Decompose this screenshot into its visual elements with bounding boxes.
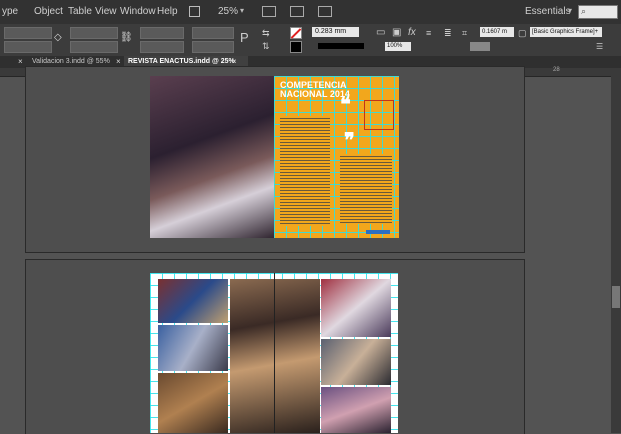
- fit-frame-icon[interactable]: ⌗: [462, 28, 467, 39]
- reference-point-icon[interactable]: ◇: [54, 32, 62, 43]
- spread1-right-page[interactable]: COMPETENCIA NACIONAL 2014 ❝ ❞: [274, 76, 399, 238]
- x-position-field[interactable]: [4, 27, 52, 39]
- y-position-field[interactable]: [4, 41, 52, 53]
- zoom-level[interactable]: 25%: [218, 6, 238, 17]
- workspace-switcher[interactable]: Essentials: [525, 6, 571, 17]
- search-input[interactable]: ⌕: [578, 5, 618, 19]
- photo-group-1: [158, 279, 228, 323]
- menu-help[interactable]: Help: [157, 6, 178, 17]
- corner-shape-field[interactable]: [470, 42, 490, 51]
- body-text-column-2: [340, 154, 392, 224]
- bridge-icon[interactable]: [189, 6, 200, 17]
- photo-stage: [321, 279, 391, 337]
- scrollbar-thumb[interactable]: [612, 286, 620, 308]
- chevron-down-icon[interactable]: ▾: [568, 6, 572, 15]
- menu-window[interactable]: Window: [120, 6, 156, 17]
- view-options-icon[interactable]: [262, 6, 276, 17]
- align-top-icon[interactable]: ≡: [426, 28, 431, 38]
- none-swatch-icon: [290, 28, 302, 39]
- menu-bar: ype Object Table View Window Help 25% ▾ …: [0, 0, 621, 24]
- team-photo: [150, 76, 274, 238]
- offset-field[interactable]: 0.1607 m: [480, 27, 514, 37]
- stroke-swatch[interactable]: [290, 41, 302, 53]
- shear-field[interactable]: [192, 41, 234, 53]
- close-icon[interactable]: ×: [18, 57, 23, 66]
- fill-swatch[interactable]: [290, 27, 302, 39]
- stroke-weight-field[interactable]: 0.283 mm: [312, 27, 359, 37]
- photo-audience: [321, 339, 391, 385]
- vertical-scrollbar[interactable]: [611, 76, 621, 433]
- search-icon: ⌕: [581, 6, 587, 16]
- constrain-proportions-icon[interactable]: ⛓: [120, 32, 133, 43]
- spine-line: [274, 273, 275, 433]
- control-panel: ◇ ⛓ P ⇆ ⇅ 0.283 mm 100% ▭ ▣ fx ≡ ≣ ⌗ 0.1…: [0, 24, 621, 57]
- screen-mode-icon[interactable]: [290, 6, 304, 17]
- spread1-left-page[interactable]: [150, 76, 274, 238]
- menu-type[interactable]: ype: [2, 6, 18, 17]
- drop-shadow-icon[interactable]: ▣: [392, 27, 401, 38]
- photo-presenter: [230, 279, 320, 433]
- height-field[interactable]: [70, 41, 118, 53]
- chevron-down-icon[interactable]: ▾: [240, 6, 244, 15]
- scale-x-field[interactable]: [140, 27, 184, 39]
- photo-event: [321, 387, 391, 433]
- effects-icon[interactable]: fx: [408, 27, 416, 38]
- menu-view[interactable]: View: [95, 6, 117, 17]
- photo-group-3: [158, 373, 228, 433]
- close-icon[interactable]: ×: [116, 57, 121, 66]
- stroke-type-field[interactable]: [318, 43, 364, 49]
- text-wrap-icon[interactable]: ▭: [376, 27, 385, 38]
- opacity-field[interactable]: 100%: [385, 42, 411, 51]
- panel-menu-icon[interactable]: ☰: [596, 42, 603, 51]
- type-on-path-icon[interactable]: P: [240, 30, 249, 45]
- tab-validacion[interactable]: Validacion 3.indd @ 55%: [32, 58, 110, 65]
- flip-vertical-icon[interactable]: ⇅: [262, 41, 270, 52]
- flip-horizontal-icon[interactable]: ⇆: [262, 28, 270, 39]
- width-field[interactable]: [70, 27, 118, 39]
- ruler-label: 28: [553, 67, 560, 73]
- body-text-column-1: [280, 116, 330, 226]
- quote-mark-icon: ❞: [344, 130, 355, 152]
- footer-logo: [366, 230, 390, 234]
- rotation-field[interactable]: [192, 27, 234, 39]
- align-center-icon[interactable]: ≣: [444, 28, 452, 39]
- tab-revista-label: REVISTA ENACTUS.indd @ 25%: [128, 58, 235, 65]
- close-icon[interactable]: ×: [232, 57, 237, 66]
- photo-group-2: [158, 325, 228, 371]
- frame-icon[interactable]: ▢: [518, 28, 527, 39]
- arrange-documents-icon[interactable]: [318, 6, 332, 17]
- menu-table[interactable]: Table: [68, 6, 92, 17]
- object-style-field[interactable]: [Basic Graphics Frame]+: [530, 27, 602, 37]
- selected-frame[interactable]: [364, 100, 394, 130]
- menu-object[interactable]: Object: [34, 6, 63, 17]
- quote-mark-icon: ❝: [340, 94, 351, 116]
- scale-y-field[interactable]: [140, 41, 184, 53]
